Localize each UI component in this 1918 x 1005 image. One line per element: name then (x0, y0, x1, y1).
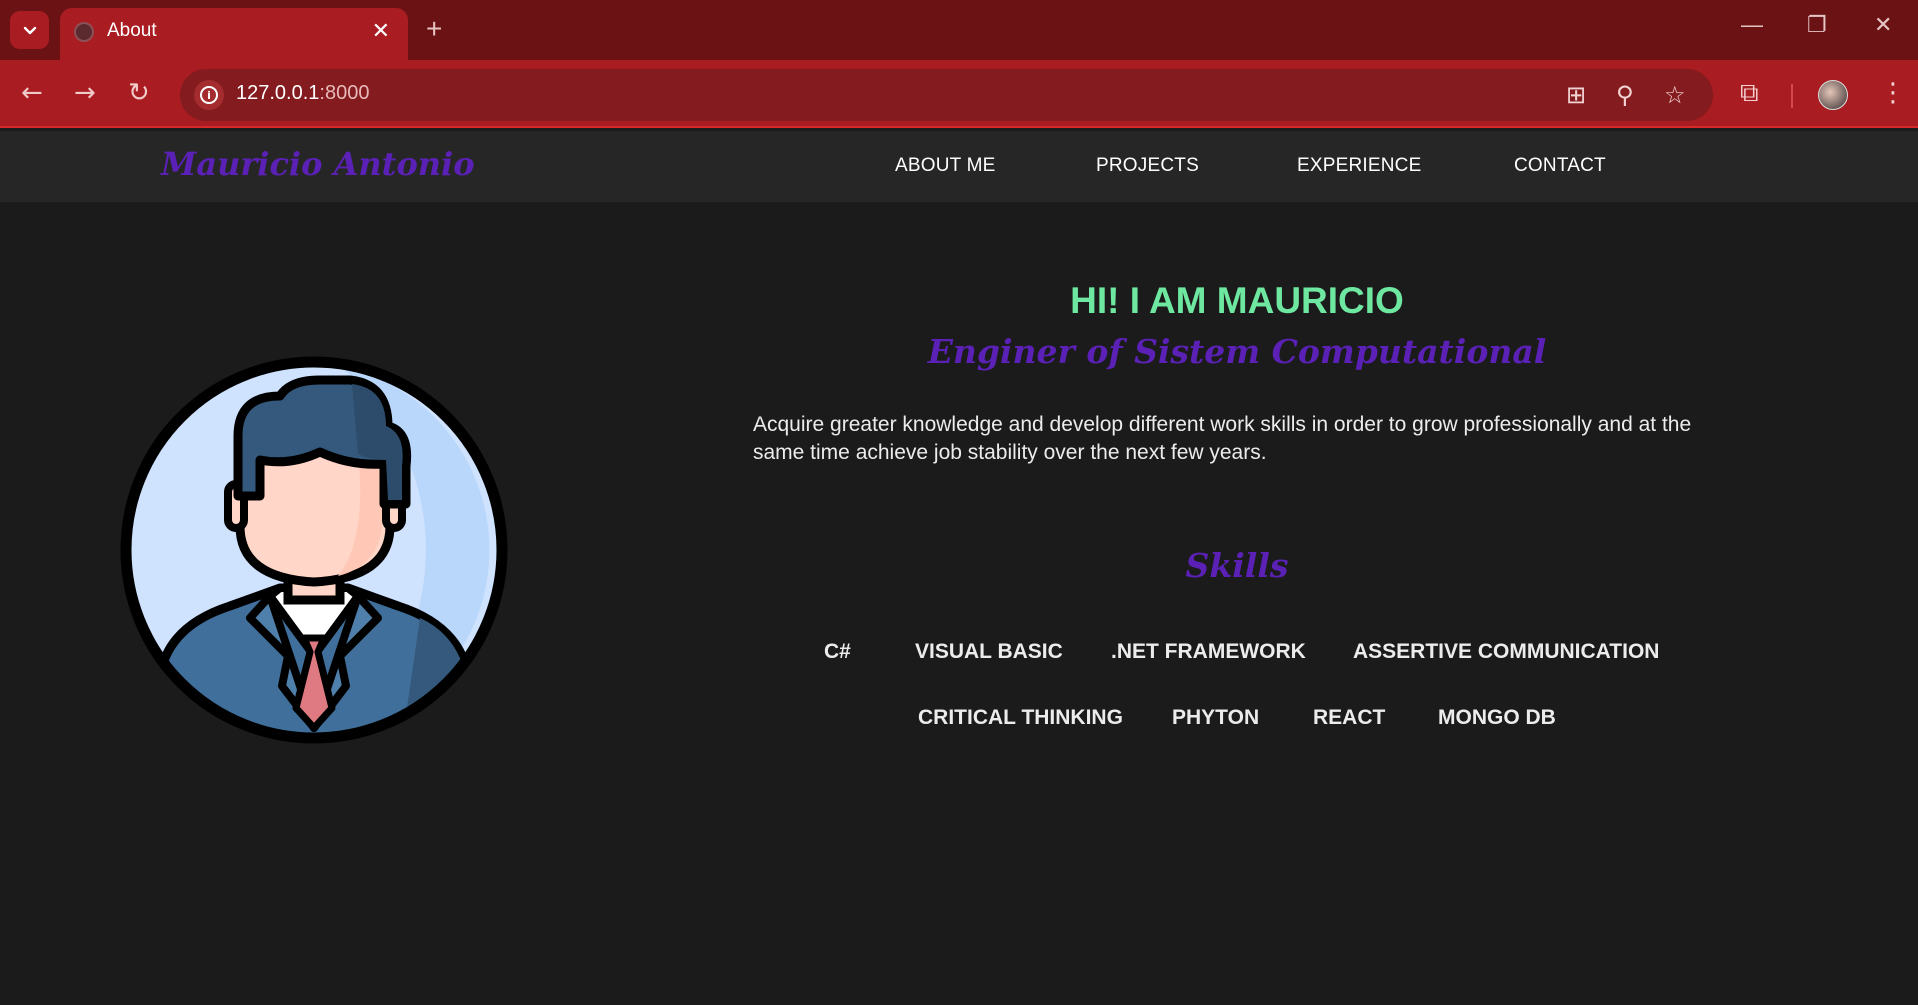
nav-contact[interactable]: CONTACT (1514, 155, 1606, 177)
skill-item: REACT (1313, 706, 1386, 729)
forward-icon[interactable]: → (74, 80, 96, 106)
address-bar[interactable]: i 127.0.0.1:8000 ⊞ ⚲ ☆ (180, 69, 1713, 121)
skill-item: PHYTON (1172, 706, 1260, 729)
nav-experience[interactable]: EXPERIENCE (1297, 155, 1421, 177)
restore-icon[interactable]: ❐ (1807, 12, 1827, 38)
nav-about-me[interactable]: ABOUT ME (895, 155, 996, 177)
toolbar-divider (1791, 84, 1793, 108)
url-host: 127.0.0.1 (236, 82, 320, 104)
url-port: :8000 (319, 82, 370, 104)
tab-search-button[interactable] (10, 11, 49, 49)
tab-title: About (107, 20, 157, 41)
reload-icon[interactable]: ↻ (128, 80, 150, 106)
star-icon[interactable]: ☆ (1664, 81, 1686, 109)
skill-item: C# (824, 640, 851, 663)
profile-avatar-illustration (120, 356, 508, 744)
zoom-icon[interactable]: ⚲ (1616, 81, 1634, 109)
browser-tab[interactable]: About ✕ (60, 8, 408, 60)
skills-heading: Skills (1185, 546, 1289, 585)
skill-item: ASSERTIVE COMMUNICATION (1353, 640, 1660, 663)
skill-item: VISUAL BASIC (915, 640, 1063, 663)
browser-tabstrip: About ✕ + — ❐ ✕ (0, 0, 1918, 60)
menu-icon[interactable]: ⋮ (1880, 78, 1906, 108)
chevron-down-icon (23, 26, 36, 35)
close-window-icon[interactable]: ✕ (1874, 12, 1892, 38)
avatar[interactable] (1818, 80, 1848, 110)
globe-icon (74, 22, 94, 42)
extensions-icon[interactable]: ⧉ (1740, 78, 1759, 109)
site-logo[interactable]: Mauricio Antonio (161, 145, 475, 183)
skill-item: MONGO DB (1438, 706, 1556, 729)
back-icon[interactable]: ← (21, 80, 43, 106)
minimize-icon[interactable]: — (1741, 12, 1763, 38)
url-text[interactable]: 127.0.0.1:8000 (236, 82, 369, 105)
hero-title: HI! I AM MAURICIO (1070, 280, 1404, 321)
translate-icon[interactable]: ⊞ (1566, 81, 1586, 109)
browser-toolbar: ← → ↻ i 127.0.0.1:8000 ⊞ ⚲ ☆ ⧉ ⋮ (0, 60, 1918, 128)
site-header: Mauricio Antonio ABOUT ME PROJECTS EXPER… (0, 131, 1918, 202)
skill-item: CRITICAL THINKING (918, 706, 1123, 729)
plus-icon[interactable]: + (426, 13, 442, 45)
skill-item: .NET FRAMEWORK (1111, 640, 1306, 663)
hero-subtitle: Enginer of Sistem Computational (927, 332, 1547, 371)
close-icon[interactable]: ✕ (372, 18, 390, 44)
nav-projects[interactable]: PROJECTS (1096, 155, 1199, 177)
hero-description: Acquire greater knowledge and develop di… (753, 413, 1692, 464)
info-icon[interactable]: i (194, 80, 224, 110)
